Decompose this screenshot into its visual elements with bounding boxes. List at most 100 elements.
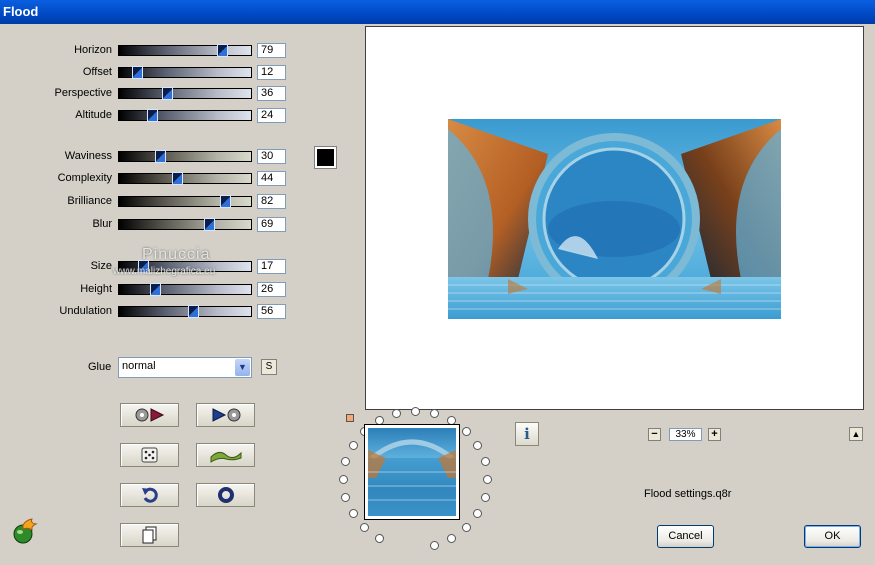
- glue-select[interactable]: normal ▼: [118, 357, 252, 378]
- slider-label: Perspective: [54, 87, 112, 99]
- glue-random-button[interactable]: S: [261, 359, 277, 375]
- ok-button[interactable]: OK: [804, 525, 861, 548]
- pan-ring-dot[interactable]: [360, 523, 369, 532]
- copy-page-icon: [142, 526, 156, 544]
- slider-track[interactable]: [118, 172, 252, 185]
- slider-track[interactable]: [118, 195, 252, 208]
- pan-ring-dot[interactable]: [481, 493, 490, 502]
- slider-track[interactable]: [118, 305, 252, 318]
- slider-value-field[interactable]: 79: [257, 43, 286, 58]
- pan-ring-dot[interactable]: [349, 509, 358, 518]
- preset-filename: Flood settings.q8r: [644, 488, 732, 500]
- slider-perspective: Perspective 36: [0, 85, 300, 103]
- slider-blur: Blur 69: [0, 216, 300, 234]
- glue-selected-value: normal: [122, 360, 156, 372]
- zoom-in-button[interactable]: +: [708, 428, 721, 441]
- slider-offset: Offset 12: [0, 64, 300, 82]
- slider-thumb[interactable]: [162, 87, 173, 100]
- slider-label: Height: [80, 283, 112, 295]
- pan-ring-dot[interactable]: [483, 475, 492, 484]
- pan-ring-dot[interactable]: [430, 409, 439, 418]
- chevron-down-icon[interactable]: ▼: [235, 359, 250, 376]
- pan-ring-dot[interactable]: [462, 523, 471, 532]
- pan-ring-dot[interactable]: [473, 509, 482, 518]
- pan-ring-dot[interactable]: [411, 407, 420, 416]
- flaming-globe-icon: [13, 518, 38, 544]
- title-bar: Flood: [0, 0, 875, 24]
- slider-track[interactable]: [118, 109, 252, 122]
- slider-track[interactable]: [118, 44, 252, 57]
- pan-ring-dot[interactable]: [341, 493, 350, 502]
- tool-button-7[interactable]: [120, 523, 179, 547]
- slider-track[interactable]: [118, 87, 252, 100]
- cancel-button[interactable]: Cancel: [657, 525, 714, 548]
- slider-value-field[interactable]: 44: [257, 171, 286, 186]
- record-rewind-icon: [135, 408, 164, 422]
- tool-button-6[interactable]: [196, 483, 255, 507]
- slider-brilliance: Brilliance 82: [0, 193, 300, 211]
- slider-thumb[interactable]: [188, 305, 199, 318]
- zoom-level: 33%: [669, 428, 702, 441]
- slider-label: Offset: [82, 66, 112, 78]
- slider-value-field[interactable]: 69: [257, 217, 286, 232]
- slider-thumb[interactable]: [204, 218, 215, 231]
- slider-track[interactable]: [118, 218, 252, 231]
- pan-ring-dot[interactable]: [375, 534, 384, 543]
- tool-button-2[interactable]: [196, 403, 255, 427]
- slider-value-field[interactable]: 26: [257, 282, 286, 297]
- slider-thumb[interactable]: [132, 66, 143, 79]
- slider-value-field[interactable]: 24: [257, 108, 286, 123]
- pan-ring-dot[interactable]: [349, 441, 358, 450]
- preview-toggle-button[interactable]: ▲: [849, 427, 863, 441]
- slider-waviness: Waviness 30: [0, 148, 300, 166]
- undo-icon: [141, 487, 158, 503]
- slider-thumb[interactable]: [155, 150, 166, 163]
- info-button[interactable]: i: [515, 422, 539, 446]
- play-record-icon: [212, 408, 240, 422]
- slider-thumb[interactable]: [217, 44, 228, 57]
- watermark-name: Pinuccia: [142, 246, 211, 263]
- tool-button-5[interactable]: [120, 483, 179, 507]
- pan-ring-dot[interactable]: [430, 541, 439, 550]
- slider-label: Altitude: [75, 109, 112, 121]
- slider-label: Complexity: [57, 172, 112, 184]
- slider-thumb[interactable]: [172, 172, 183, 185]
- window-title: Flood: [3, 4, 39, 19]
- slider-value-field[interactable]: 56: [257, 304, 286, 319]
- reset-ring-icon: [217, 487, 234, 503]
- slider-label: Horizon: [74, 44, 112, 56]
- slider-track[interactable]: [118, 150, 252, 163]
- slider-value-field[interactable]: 12: [257, 65, 286, 80]
- pan-ring-dot[interactable]: [462, 427, 471, 436]
- slider-value-field[interactable]: 30: [257, 149, 286, 164]
- slider-value-field[interactable]: 82: [257, 194, 286, 209]
- tool-button-4[interactable]: [196, 443, 255, 467]
- navigator-thumbnail[interactable]: [364, 424, 460, 520]
- slider-track[interactable]: [118, 66, 252, 79]
- slider-undulation: Undulation 56: [0, 303, 300, 321]
- watermark-site: www.malizhegrafica.eu: [113, 266, 216, 277]
- pan-ring-dot[interactable]: [339, 475, 348, 484]
- dice-icon: [141, 447, 157, 463]
- pan-origin-marker[interactable]: [346, 414, 354, 422]
- color-swatch[interactable]: [314, 146, 337, 169]
- pan-ring-dot[interactable]: [473, 441, 482, 450]
- slider-value-field[interactable]: 36: [257, 86, 286, 101]
- slider-thumb[interactable]: [150, 283, 161, 296]
- zoom-out-button[interactable]: −: [648, 428, 661, 441]
- pan-ring-dot[interactable]: [481, 457, 490, 466]
- pan-ring-dot[interactable]: [341, 457, 350, 466]
- slider-thumb[interactable]: [147, 109, 158, 122]
- slider-value-field[interactable]: 17: [257, 259, 286, 274]
- pan-ring-dot[interactable]: [392, 409, 401, 418]
- tool-button-1[interactable]: [120, 403, 179, 427]
- slider-track[interactable]: [118, 283, 252, 296]
- pan-ring-dot[interactable]: [447, 534, 456, 543]
- main-preview[interactable]: [365, 26, 864, 410]
- slider-thumb[interactable]: [220, 195, 231, 208]
- flood-dialog-body: Horizon 79 Offset 12 Perspective 36 Alti…: [0, 24, 875, 565]
- tool-button-3[interactable]: [120, 443, 179, 467]
- slider-label: Brilliance: [67, 195, 112, 207]
- thumbnail-image: [368, 428, 456, 516]
- slider-label: Blur: [92, 218, 112, 230]
